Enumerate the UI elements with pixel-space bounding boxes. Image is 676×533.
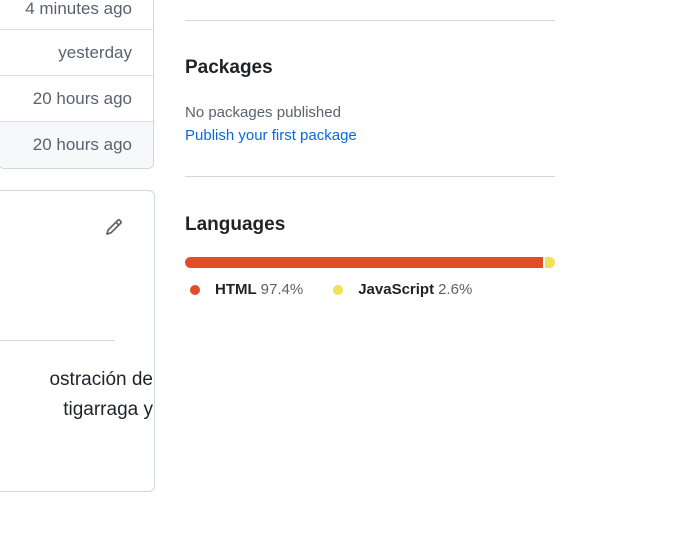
language-name: HTML xyxy=(215,281,257,298)
language-item-javascript[interactable]: JavaScript 2.6% xyxy=(333,281,472,298)
file-commit-time: yesterday xyxy=(58,42,132,62)
language-name: JavaScript xyxy=(358,281,435,298)
packages-empty-text: No packages published xyxy=(185,104,341,121)
language-percent: 97.4% xyxy=(260,281,304,298)
language-bar-segment-javascript[interactable] xyxy=(545,257,555,268)
language-bar xyxy=(185,257,555,268)
pencil-icon xyxy=(106,219,122,235)
language-color-dot xyxy=(333,284,344,295)
file-commit-time: 4 minutes ago xyxy=(25,0,132,18)
edit-about-button[interactable] xyxy=(103,216,125,238)
section-divider xyxy=(185,176,555,177)
about-card: ostración de tigarraga y xyxy=(0,190,155,492)
file-row[interactable]: 4 minutes ago xyxy=(0,0,153,30)
languages-title: Languages xyxy=(185,214,286,235)
packages-title[interactable]: Packages xyxy=(185,57,273,79)
file-row[interactable]: 20 hours ago xyxy=(0,76,153,122)
section-divider xyxy=(185,20,555,21)
file-list: 4 minutes ago yesterday 20 hours ago 20 … xyxy=(0,0,154,169)
file-row[interactable]: yesterday xyxy=(0,30,153,76)
about-divider xyxy=(0,340,114,341)
publish-package-link[interactable]: Publish your first package xyxy=(185,127,357,144)
file-commit-time: 20 hours ago xyxy=(32,88,132,108)
about-description: ostración de tigarraga y xyxy=(49,369,153,420)
language-list: HTML 97.4% JavaScript 2.6% xyxy=(190,281,502,298)
file-row[interactable]: 20 hours ago xyxy=(0,122,153,168)
language-bar-segment-html[interactable] xyxy=(185,257,544,268)
language-item-html[interactable]: HTML 97.4% xyxy=(190,281,303,298)
language-percent: 2.6% xyxy=(438,281,473,298)
language-color-dot xyxy=(190,284,200,295)
file-commit-time: 20 hours ago xyxy=(32,135,132,154)
